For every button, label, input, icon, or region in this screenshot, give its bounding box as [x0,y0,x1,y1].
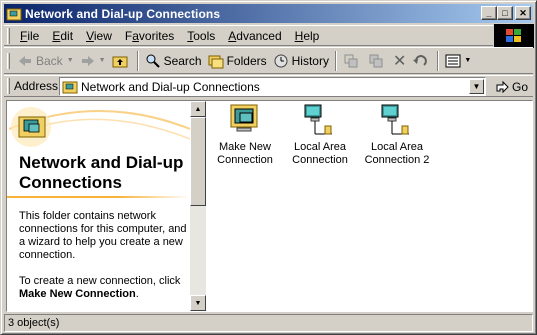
views-dropdown-icon: ▼ [464,57,472,64]
copy-to-button[interactable] [365,50,390,72]
history-icon [274,54,288,67]
web-view-pane: Network and Dial-up Connections This fol… [7,101,190,311]
search-icon [146,54,160,68]
menu-file[interactable]: File [14,29,46,43]
toolbar-separator [437,50,440,71]
history-button[interactable]: History [270,50,332,72]
undo-icon [413,54,428,66]
address-dropdown-button[interactable]: ▼ [469,79,484,94]
pane-scrollbar[interactable]: ▲ ▼ [190,101,206,311]
scroll-thumb[interactable] [190,117,206,206]
close-icon: ✕ [519,7,527,18]
menu-help[interactable]: Help [289,29,327,43]
network-folder-icon [62,81,78,93]
toolbar-grip[interactable] [7,52,10,69]
pane-instructions: To create a new connection, click Make N… [19,275,181,300]
move-to-icon [344,54,358,67]
menu-advanced[interactable]: Advanced [222,29,288,43]
forward-arrow-icon [81,55,94,66]
pane-title: Network and Dial-up Connections [19,153,184,192]
folder-view: Network and Dial-up Connections This fol… [6,100,533,312]
pane-description: This folder contains network connections… [19,210,187,261]
lan-icon [304,104,332,135]
up-folder-icon [112,56,128,67]
undo-button[interactable] [409,50,434,72]
menu-tools[interactable]: Tools [181,29,222,43]
folders-button[interactable]: Folders [205,50,270,72]
delete-button[interactable]: ✕ [390,50,409,72]
arrow-up-icon: ▲ [194,105,202,113]
search-button[interactable]: Search [142,50,205,72]
list-item-local-area-connection[interactable]: Local Area Connection [282,104,358,167]
menu-grip[interactable] [7,27,10,44]
up-folder-button[interactable] [109,50,134,72]
minimize-icon: _ [486,7,492,18]
connections-list: Make New Connection Local Area Connectio… [207,101,532,311]
network-folder-icon [6,8,22,20]
menu-favorites[interactable]: Favorites [119,29,181,43]
chevron-down-icon: ▼ [472,82,481,91]
close-button[interactable]: ✕ [515,6,531,20]
address-grip[interactable] [7,78,10,94]
pane-divider [7,196,190,198]
maximize-icon: □ [502,7,508,18]
menu-bar: File Edit View Favorites Tools Advanced … [4,25,493,46]
address-input[interactable]: Network and Dial-up Connections ▼ [59,77,486,96]
maximize-button[interactable]: □ [497,6,513,20]
go-button[interactable]: Go [492,77,530,96]
explorer-window: Network and Dial-up Connections _ □ ✕ Fi… [0,0,537,335]
make-new-connection-link[interactable]: Make New Connection [19,288,136,300]
views-icon [445,54,461,67]
address-value: Network and Dial-up Connections [81,79,260,94]
menu-view[interactable]: View [80,29,119,43]
status-object-count: 3 object(s) [8,317,60,329]
window-title: Network and Dial-up Connections [25,6,221,21]
arrow-down-icon: ▼ [194,299,202,307]
lan-icon [381,104,409,135]
toolbar-separator [136,50,139,71]
list-item-local-area-connection-2[interactable]: Local Area Connection 2 [359,104,435,167]
scroll-up-button[interactable]: ▲ [190,101,206,117]
minimize-button[interactable]: _ [481,6,497,20]
delete-icon: ✕ [392,52,407,70]
back-dropdown-icon: ▼ [66,57,74,64]
menu-edit[interactable]: Edit [46,29,80,43]
windows-logo [494,24,534,48]
status-bar: 3 object(s) [4,314,533,332]
wizard-icon [230,104,258,132]
standard-toolbar: Back ▼ ▼ Search Folders History ✕ ▼ [4,47,533,74]
list-item-make-new-connection[interactable]: Make New Connection [207,104,283,167]
windows-flag-icon [506,29,521,42]
forward-dropdown-icon: ▼ [98,57,106,64]
go-arrow-icon [496,80,509,93]
forward-button[interactable]: ▼ [77,50,109,72]
banner-graphic [9,107,190,147]
back-button[interactable]: Back ▼ [14,50,77,72]
address-label: Address [14,79,59,93]
address-bar: Address Network and Dial-up Connections … [4,75,533,97]
back-arrow-icon [19,55,31,66]
views-button[interactable]: ▼ [442,50,474,72]
scroll-down-button[interactable]: ▼ [190,295,206,311]
copy-to-icon [369,54,383,67]
title-bar[interactable]: Network and Dial-up Connections _ □ ✕ [4,4,533,23]
folders-icon [208,55,224,68]
move-to-button[interactable] [340,50,365,72]
toolbar-separator [334,50,337,71]
